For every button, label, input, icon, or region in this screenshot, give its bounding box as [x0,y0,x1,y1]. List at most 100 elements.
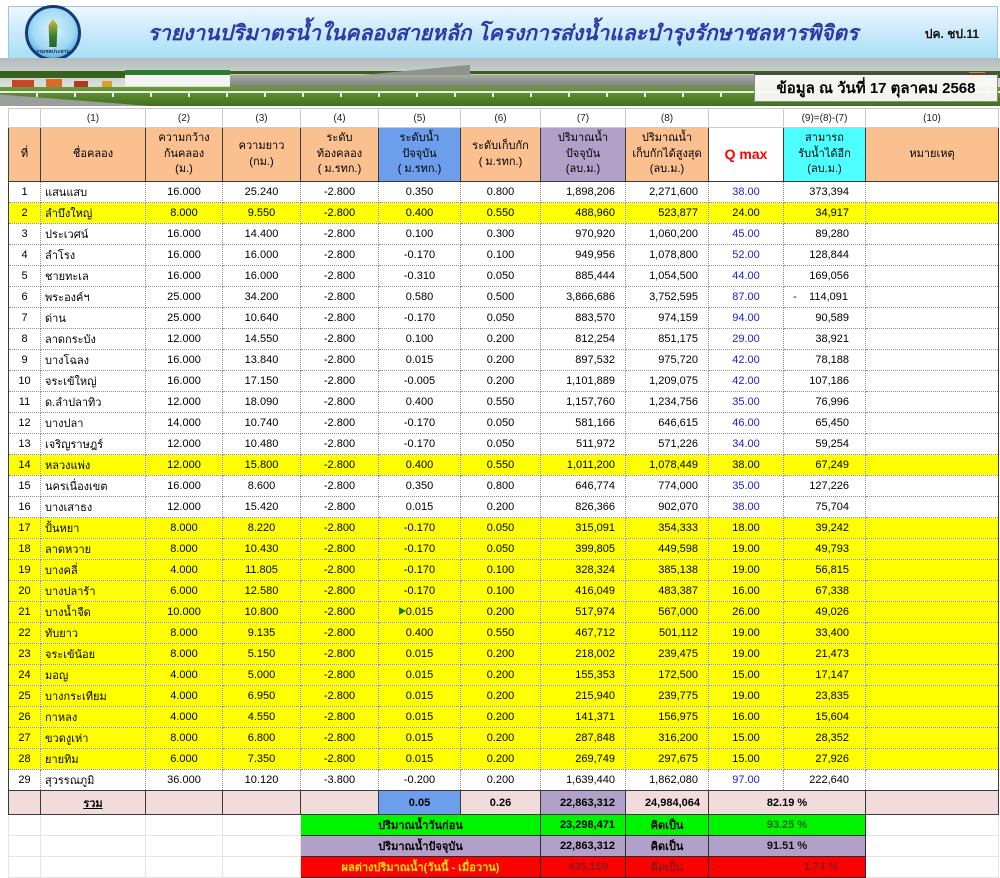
current-water-level[interactable]: 0.400 [379,455,461,476]
bed-level[interactable]: -2.800 [301,665,379,686]
bed-width[interactable]: 16.000 [146,245,223,266]
bed-width[interactable]: 8.000 [146,518,223,539]
bed-width[interactable]: 16.000 [146,350,223,371]
canal-length[interactable]: 7.350 [223,749,301,770]
note[interactable] [866,371,999,392]
remaining-capacity[interactable]: 59,254 [784,434,866,455]
summary-previous-day-mid[interactable]: คิดเป็น [626,815,709,836]
max-retention-volume[interactable]: 1,060,200 [626,224,709,245]
row-number[interactable]: 6 [9,287,41,308]
current-water-level[interactable]: 0.100 [379,224,461,245]
bed-level[interactable]: -2.800 [301,728,379,749]
canal-name[interactable]: แสนแสบ [41,182,146,203]
current-water-level[interactable]: 0.015 [379,602,461,623]
qmax-value[interactable]: 42.00 [709,350,784,371]
bed-width[interactable]: 4.000 [146,707,223,728]
current-water-level[interactable]: 0.100 [379,329,461,350]
retention-level[interactable]: 0.050 [461,266,541,287]
canal-name[interactable]: บางปลาร้า [41,581,146,602]
row-number[interactable]: 23 [9,644,41,665]
current-water-level[interactable]: 0.400 [379,203,461,224]
summary-difference-value[interactable]: -435,159 [541,857,626,878]
bed-width[interactable]: 8.000 [146,644,223,665]
remaining-capacity[interactable]: 56,815 [784,560,866,581]
row-number[interactable]: 21 [9,602,41,623]
remaining-capacity[interactable]: 49,026 [784,602,866,623]
note[interactable] [866,287,999,308]
note[interactable] [866,476,999,497]
retention-level[interactable]: 0.050 [461,539,541,560]
max-retention-volume[interactable]: 1,054,500 [626,266,709,287]
canal-name[interactable]: สุวรรณภูมิ [41,770,146,791]
bed-level[interactable]: -2.800 [301,224,379,245]
retention-level[interactable]: 0.200 [461,707,541,728]
max-retention-volume[interactable]: 2,271,600 [626,182,709,203]
canal-length[interactable]: 10.740 [223,413,301,434]
retention-level[interactable]: 0.050 [461,413,541,434]
max-retention-volume[interactable]: 354,333 [626,518,709,539]
note[interactable] [866,644,999,665]
current-water-level[interactable]: 0.400 [379,392,461,413]
canal-length[interactable]: 8.600 [223,476,301,497]
summary-current-label[interactable]: ปริมาณน้ำปัจจุบัน [301,836,541,857]
summary-current-value[interactable]: 22,863,312 [541,836,626,857]
current-water-level[interactable]: 0.400 [379,623,461,644]
total-current-volume[interactable]: 22,863,312 [541,791,626,815]
current-water-level[interactable]: 0.350 [379,182,461,203]
current-water-level[interactable]: 0.015 [379,665,461,686]
canal-length[interactable]: 10.430 [223,539,301,560]
row-number[interactable]: 11 [9,392,41,413]
bed-level[interactable]: -2.800 [301,308,379,329]
remaining-capacity[interactable]: 169,056 [784,266,866,287]
current-volume[interactable]: 215,940 [541,686,626,707]
max-retention-volume[interactable]: 975,720 [626,350,709,371]
summary-current-mid[interactable]: คิดเป็น [626,836,709,857]
summary-difference-percent[interactable]: -1.74 % [709,857,866,878]
row-number[interactable]: 22 [9,623,41,644]
bed-level[interactable]: -2.800 [301,266,379,287]
bed-level[interactable]: -2.800 [301,287,379,308]
current-water-level[interactable]: 0.350 [379,476,461,497]
max-retention-volume[interactable]: 974,159 [626,308,709,329]
retention-level[interactable]: 0.300 [461,224,541,245]
canal-length[interactable]: 14.550 [223,329,301,350]
remaining-capacity[interactable]: -114,091 [784,287,866,308]
retention-level[interactable]: 0.200 [461,644,541,665]
note[interactable] [866,602,999,623]
row-number[interactable]: 16 [9,497,41,518]
current-volume[interactable]: 399,805 [541,539,626,560]
current-water-level[interactable]: -0.170 [379,539,461,560]
row-number[interactable]: 7 [9,308,41,329]
remaining-capacity[interactable]: 23,835 [784,686,866,707]
qmax-value[interactable]: 29.00 [709,329,784,350]
qmax-value[interactable]: 97.00 [709,770,784,791]
remaining-capacity[interactable]: 75,704 [784,497,866,518]
bed-width[interactable]: 6.000 [146,581,223,602]
current-water-level[interactable]: -0.310 [379,266,461,287]
row-number[interactable]: 5 [9,266,41,287]
canal-name[interactable]: ลำโรง [41,245,146,266]
qmax-value[interactable]: 15.00 [709,728,784,749]
remaining-capacity[interactable]: 67,338 [784,581,866,602]
retention-level[interactable]: 0.050 [461,434,541,455]
bed-level[interactable]: -2.800 [301,455,379,476]
row-number[interactable]: 13 [9,434,41,455]
canal-name[interactable]: จระเข้น้อย [41,644,146,665]
current-volume[interactable]: 1,101,889 [541,371,626,392]
note[interactable] [866,413,999,434]
current-water-level[interactable]: 0.015 [379,728,461,749]
qmax-value[interactable]: 16.00 [709,581,784,602]
bed-width[interactable]: 16.000 [146,224,223,245]
current-volume[interactable]: 1,011,200 [541,455,626,476]
canal-name[interactable]: ชายทะเล [41,266,146,287]
remaining-capacity[interactable]: 67,249 [784,455,866,476]
canal-name[interactable]: จระเข้ใหญ่ [41,371,146,392]
total-retention-level[interactable]: 0.26 [461,791,541,815]
current-water-level[interactable]: 0.015 [379,686,461,707]
remaining-capacity[interactable]: 15,604 [784,707,866,728]
canal-name[interactable]: พระองค์ฯ [41,287,146,308]
summary-previous-day-label[interactable]: ปริมาณน้ำวันก่อน [301,815,541,836]
row-number[interactable]: 17 [9,518,41,539]
note[interactable] [866,623,999,644]
bed-level[interactable]: -2.800 [301,539,379,560]
